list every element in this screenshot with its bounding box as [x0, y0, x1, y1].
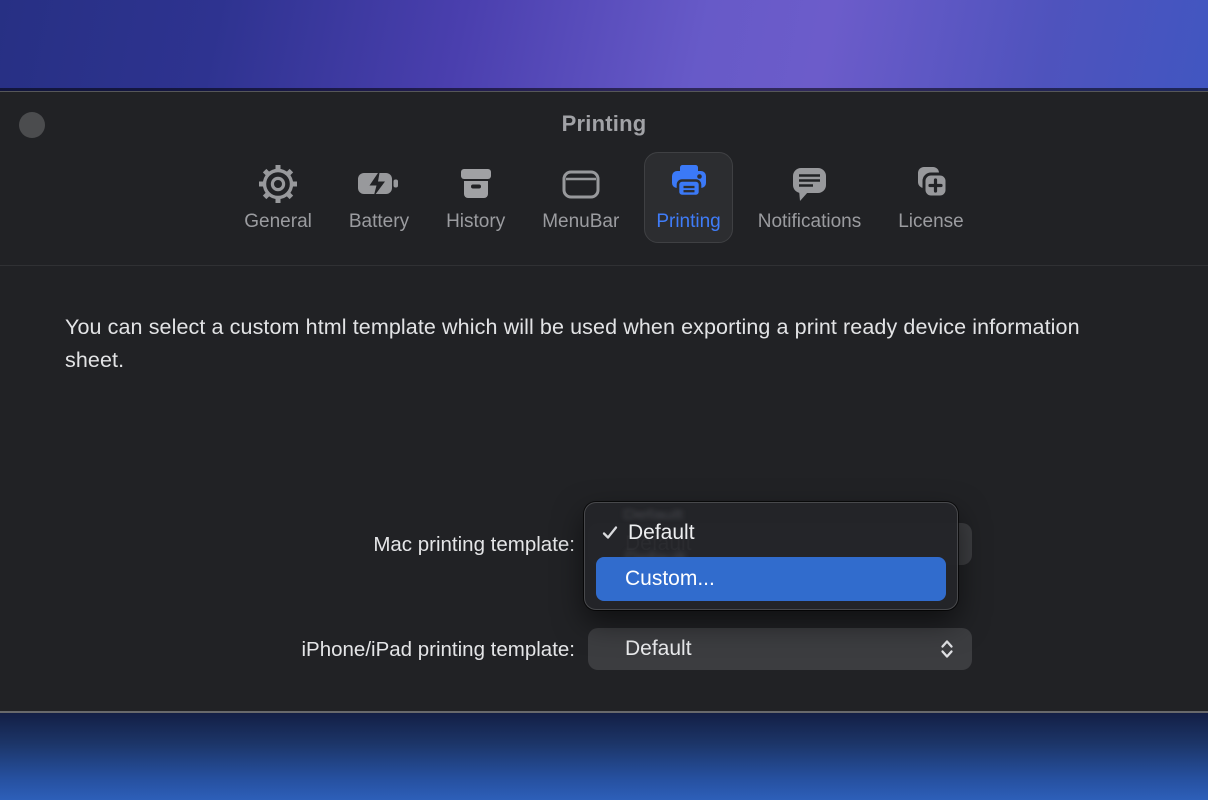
window-title: Printing: [0, 111, 1208, 137]
tab-label: General: [244, 211, 312, 233]
tab-label: Notifications: [758, 211, 862, 233]
menu-item-default[interactable]: Default: [585, 509, 957, 556]
checkmark-icon: [601, 524, 619, 542]
printing-pane: You can select a custom html template wh…: [0, 267, 1208, 714]
speech-bubble-icon: [785, 160, 833, 208]
tab-notifications[interactable]: Notifications: [746, 152, 874, 243]
menubar-window-icon: [557, 160, 605, 208]
mac-template-dropdown-menu: Default Default Default Custom...: [584, 502, 958, 610]
gear-icon: [254, 160, 302, 208]
screen: Printing: [0, 0, 1208, 800]
preferences-window: Printing: [0, 91, 1208, 713]
titlebar: Printing: [0, 92, 1208, 266]
ios-template-label: iPhone/iPad printing template:: [301, 638, 575, 662]
desktop-wallpaper-bottom: [0, 713, 1208, 800]
menu-item-custom[interactable]: Custom...: [596, 557, 946, 601]
chevron-up-down-icon: [939, 638, 955, 660]
tab-label: License: [898, 211, 964, 233]
mac-template-label: Mac printing template:: [373, 533, 575, 557]
tab-label: Battery: [349, 211, 409, 233]
toolbar-tabs: General Battery: [0, 152, 1208, 243]
tab-battery[interactable]: Battery: [337, 152, 421, 243]
tab-label: Printing: [656, 211, 720, 233]
tab-general[interactable]: General: [232, 152, 324, 243]
tab-license[interactable]: License: [886, 152, 976, 243]
battery-icon: [355, 160, 403, 208]
menu-item-label: Default: [628, 521, 695, 545]
license-add-icon: [907, 160, 955, 208]
tab-printing[interactable]: Printing: [644, 152, 732, 243]
ios-template-value: Default: [588, 637, 692, 661]
archive-box-icon: [452, 160, 500, 208]
tab-label: MenuBar: [542, 211, 619, 233]
tab-label: History: [446, 211, 505, 233]
tab-menubar[interactable]: MenuBar: [530, 152, 631, 243]
ios-template-popup[interactable]: Default: [588, 628, 972, 670]
pane-description: You can select a custom html template wh…: [65, 311, 1125, 376]
menu-item-label: Custom...: [625, 567, 715, 591]
printer-icon: [665, 160, 713, 208]
tab-history[interactable]: History: [434, 152, 517, 243]
desktop-wallpaper-top: [0, 0, 1208, 91]
